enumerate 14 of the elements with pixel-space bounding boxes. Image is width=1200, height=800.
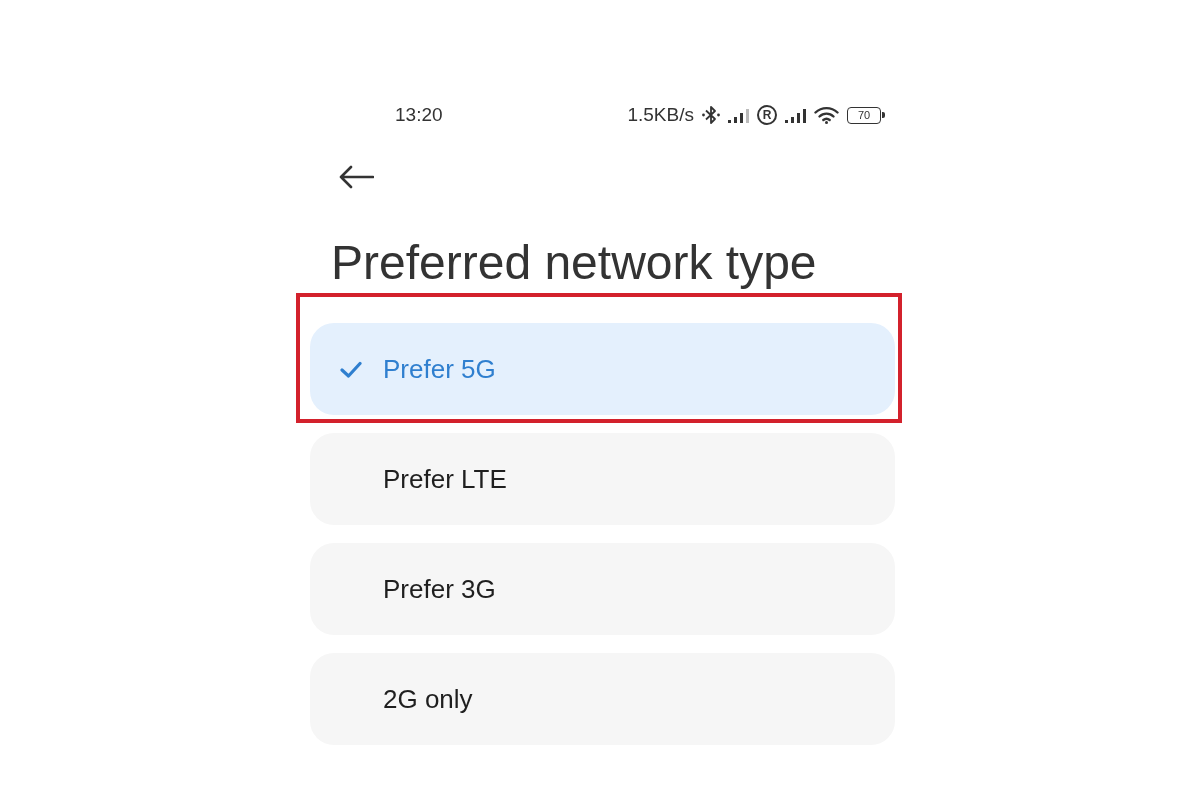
clock-time: 13:20 bbox=[395, 102, 443, 127]
network-speed: 1.5KB/s bbox=[627, 102, 694, 127]
check-icon bbox=[340, 360, 362, 378]
roaming-indicator: R bbox=[757, 105, 777, 125]
page-title: Preferred network type bbox=[331, 235, 818, 291]
wifi-icon bbox=[814, 106, 839, 124]
network-option[interactable]: Prefer LTE bbox=[310, 433, 895, 525]
network-option[interactable]: 2G only bbox=[310, 653, 895, 745]
signal-icon bbox=[785, 107, 806, 123]
network-option[interactable]: Prefer 3G bbox=[310, 543, 895, 635]
network-option[interactable]: Prefer 5G bbox=[310, 323, 895, 415]
back-arrow-icon[interactable] bbox=[338, 165, 374, 189]
bluetooth-icon bbox=[702, 105, 720, 125]
signal-icon bbox=[728, 107, 749, 123]
